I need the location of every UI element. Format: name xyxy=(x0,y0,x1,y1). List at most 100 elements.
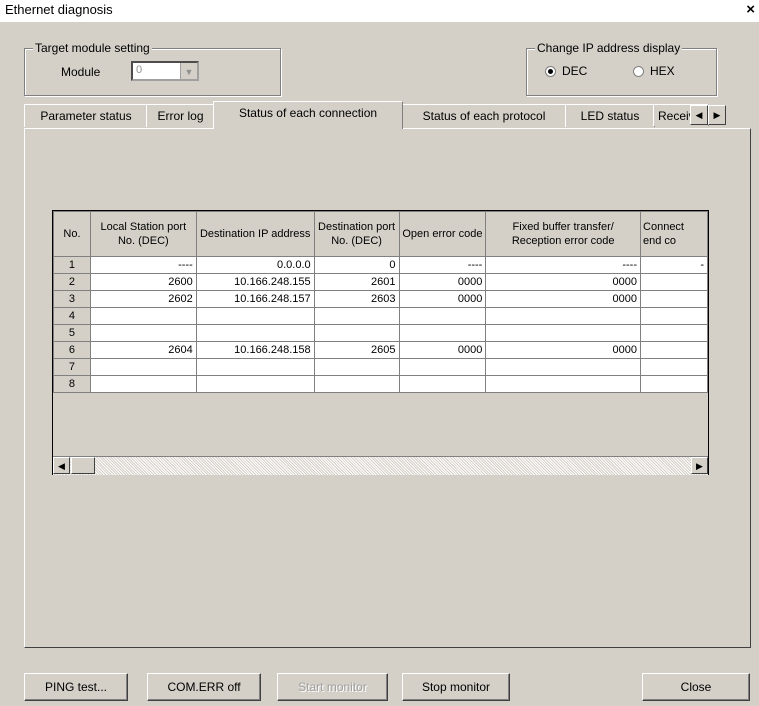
row-number: 8 xyxy=(53,375,91,393)
table-cell[interactable] xyxy=(398,358,487,376)
ethernet-diagnosis-window: Ethernet diagnosis × Target module setti… xyxy=(0,0,759,706)
table-cell[interactable]: 0000 xyxy=(398,273,487,291)
table-cell[interactable]: 2604 xyxy=(89,341,197,359)
radio-hex-indicator xyxy=(633,65,644,77)
table-row[interactable]: 6 2604 10.166.248.158 2605 0000 0000 xyxy=(53,341,708,359)
table-cell[interactable] xyxy=(640,324,708,342)
table-cell[interactable] xyxy=(313,307,400,325)
scroll-left-icon[interactable]: ◀ xyxy=(53,457,70,474)
table-cell[interactable]: 0000 xyxy=(398,290,487,308)
table-cell[interactable] xyxy=(89,375,197,393)
table-cell[interactable] xyxy=(89,358,197,376)
tab-scroll-right-icon[interactable]: ▶ xyxy=(708,105,726,125)
table-cell[interactable]: 2605 xyxy=(313,341,400,359)
close-button[interactable]: Close xyxy=(642,673,750,701)
table-cell[interactable]: 10.166.248.155 xyxy=(195,273,315,291)
table-cell[interactable]: 10.166.248.157 xyxy=(195,290,315,308)
connection-table: No. Local Station port No. (DEC) Destinati… xyxy=(53,211,708,393)
table-cell[interactable]: 0000 xyxy=(485,273,642,291)
com-err-off-button[interactable]: COM.ERR off xyxy=(147,673,261,701)
table-cell[interactable]: 0 xyxy=(313,256,400,274)
table-cell[interactable]: 0000 xyxy=(485,341,642,359)
row-number: 5 xyxy=(53,324,91,342)
table-row[interactable]: 8 xyxy=(53,375,708,393)
dropdown-arrow-icon[interactable]: ▼ xyxy=(180,63,197,79)
table-cell[interactable]: 0.0.0.0 xyxy=(195,256,315,274)
table-cell[interactable] xyxy=(313,358,400,376)
radio-hex-label: HEX xyxy=(650,64,675,78)
table-cell[interactable]: - xyxy=(640,256,708,274)
table-cell[interactable]: 2603 xyxy=(313,290,400,308)
table-cell[interactable] xyxy=(195,307,315,325)
table-cell[interactable] xyxy=(398,375,487,393)
table-cell[interactable] xyxy=(640,341,708,359)
radio-hex[interactable]: HEX xyxy=(633,64,675,78)
table-row[interactable]: 5 xyxy=(53,324,708,342)
table-cell[interactable] xyxy=(640,290,708,308)
ip-display-group: Change IP address display DEC HEX xyxy=(526,41,717,96)
row-number: 1 xyxy=(53,256,91,274)
table-cell[interactable] xyxy=(313,375,400,393)
table-cell[interactable]: ---- xyxy=(89,256,197,274)
table-row[interactable]: 2 2600 10.166.248.155 2601 0000 0000 xyxy=(53,273,708,291)
table-cell[interactable]: 0000 xyxy=(398,341,487,359)
table-cell[interactable]: 2600 xyxy=(89,273,197,291)
tab-status-of-each-protocol[interactable]: Status of each protocol xyxy=(401,104,567,127)
table-cell[interactable] xyxy=(195,358,315,376)
module-select[interactable]: 0 ▼ xyxy=(131,61,199,81)
tab-strip: Parameter status Error log Status of eac… xyxy=(24,101,728,129)
table-cell[interactable] xyxy=(89,324,197,342)
ping-test-button[interactable]: PING test... xyxy=(24,673,128,701)
table-cell[interactable] xyxy=(195,375,315,393)
column-header: Open error code xyxy=(398,211,487,257)
radio-dec-indicator xyxy=(545,65,556,77)
start-monitor-button[interactable]: Start monitor xyxy=(277,673,388,701)
table-cell[interactable]: 2602 xyxy=(89,290,197,308)
table-cell[interactable] xyxy=(398,307,487,325)
target-module-legend: Target module setting xyxy=(33,41,152,55)
table-header-row: No. Local Station port No. (DEC) Destinati… xyxy=(53,211,708,257)
table-cell[interactable] xyxy=(485,375,642,393)
table-cell[interactable] xyxy=(195,324,315,342)
column-header: No. xyxy=(53,211,91,257)
stop-monitor-button[interactable]: Stop monitor xyxy=(402,673,510,701)
horizontal-scrollbar[interactable]: ◀ ▶ xyxy=(53,456,708,475)
scroll-right-icon[interactable]: ▶ xyxy=(691,457,708,474)
table-cell[interactable]: ---- xyxy=(398,256,487,274)
tab-parameter-status[interactable]: Parameter status xyxy=(24,104,148,127)
tab-scroll-left-icon[interactable]: ◀ xyxy=(690,105,708,125)
tab-error-log[interactable]: Error log xyxy=(146,104,215,127)
table-cell[interactable] xyxy=(485,358,642,376)
table-cell[interactable] xyxy=(313,324,400,342)
table-cell[interactable]: 2601 xyxy=(313,273,400,291)
row-number: 7 xyxy=(53,358,91,376)
table-cell[interactable]: 0000 xyxy=(485,290,642,308)
table-cell[interactable] xyxy=(640,307,708,325)
table-row[interactable]: 3 2602 10.166.248.157 2603 0000 0000 xyxy=(53,290,708,308)
row-number: 4 xyxy=(53,307,91,325)
table-cell[interactable] xyxy=(485,307,642,325)
table-row[interactable]: 1 ---- 0.0.0.0 0 ---- ---- - xyxy=(53,256,708,274)
window-title: Ethernet diagnosis xyxy=(5,2,113,17)
close-icon[interactable]: × xyxy=(746,1,755,18)
column-header: Local Station port No. (DEC) xyxy=(89,211,197,257)
target-module-group: Target module setting Module 0 ▼ xyxy=(24,41,281,96)
column-header: Destination IP address xyxy=(195,211,315,257)
table-cell[interactable] xyxy=(398,324,487,342)
table-cell[interactable] xyxy=(485,324,642,342)
tab-led-status[interactable]: LED status xyxy=(565,104,655,127)
scroll-thumb[interactable] xyxy=(71,457,95,474)
table-cell[interactable] xyxy=(640,358,708,376)
radio-dec-label: DEC xyxy=(562,64,588,78)
radio-dec[interactable]: DEC xyxy=(545,64,587,78)
table-cell[interactable] xyxy=(640,375,708,393)
row-number: 6 xyxy=(53,341,91,359)
table-cell[interactable] xyxy=(89,307,197,325)
table-cell[interactable]: ---- xyxy=(485,256,642,274)
row-number: 3 xyxy=(53,290,91,308)
tab-status-of-each-connection[interactable]: Status of each connection xyxy=(213,101,403,129)
table-row[interactable]: 4 xyxy=(53,307,708,325)
table-cell[interactable] xyxy=(640,273,708,291)
table-row[interactable]: 7 xyxy=(53,358,708,376)
table-cell[interactable]: 10.166.248.158 xyxy=(195,341,315,359)
